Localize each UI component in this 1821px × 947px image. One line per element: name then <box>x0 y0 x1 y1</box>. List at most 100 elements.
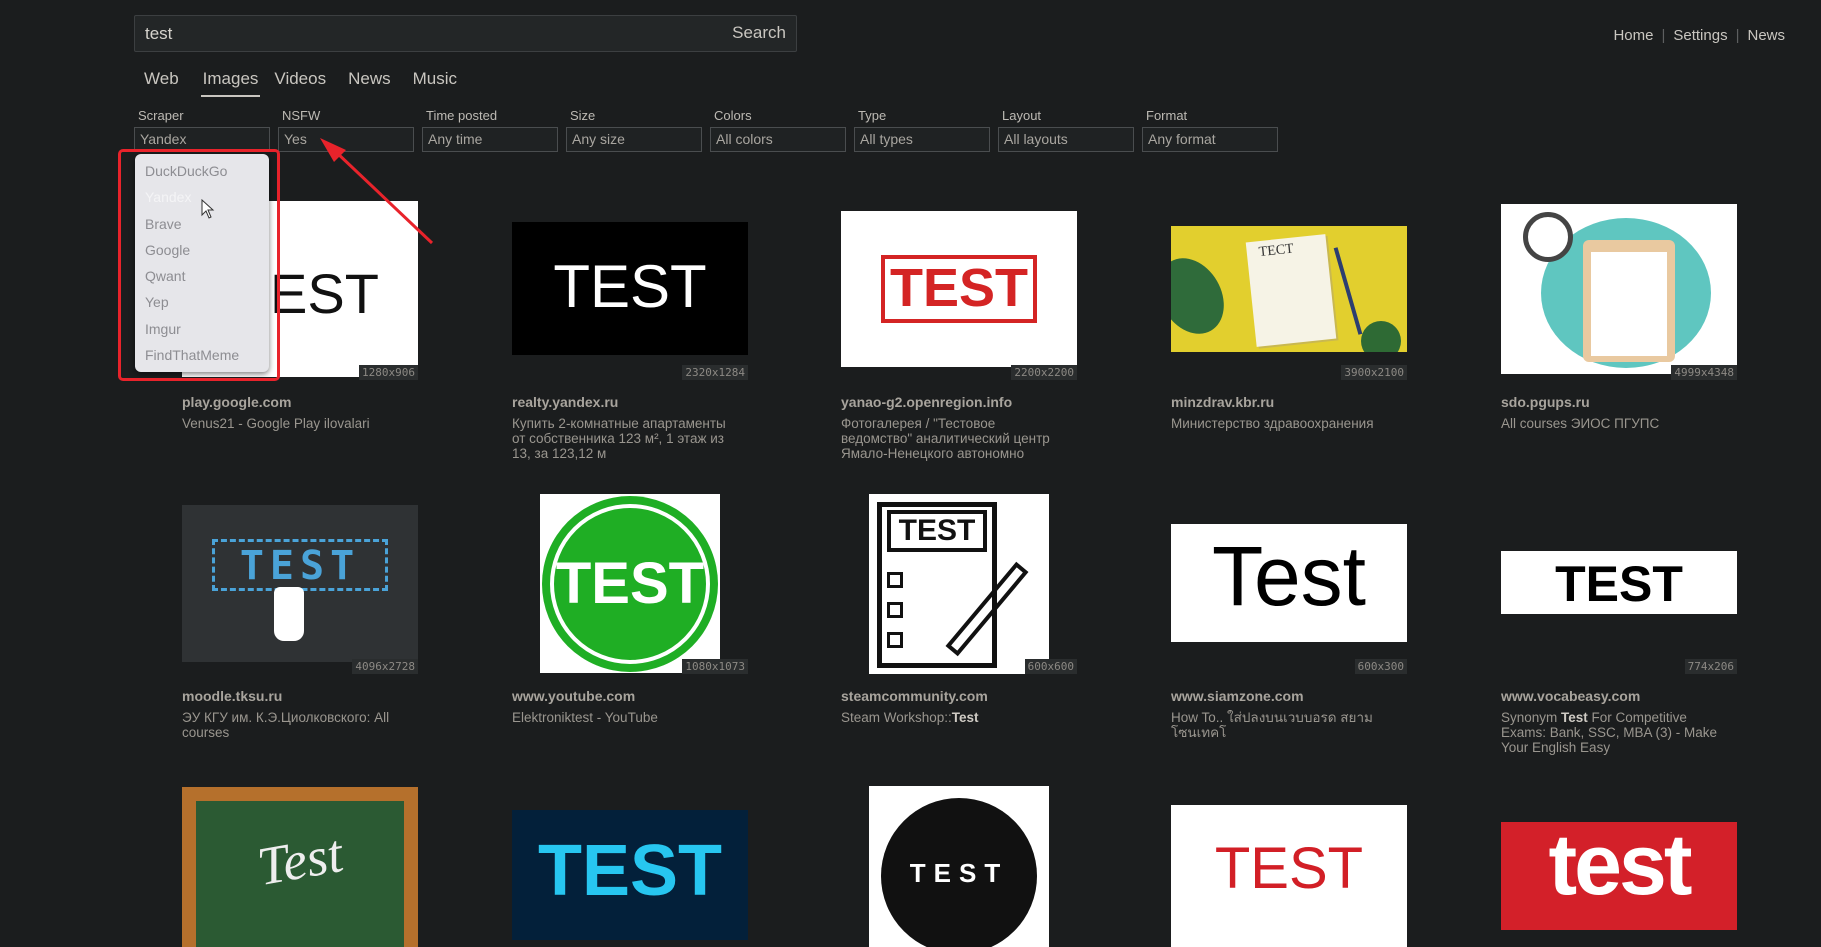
colors-select[interactable]: All colors <box>710 127 846 152</box>
filter-label: Time posted <box>426 108 498 123</box>
image-dimensions: 4999x4348 <box>1671 365 1737 380</box>
result-thumbnail[interactable]: TEST <box>841 211 1077 367</box>
result-thumbnail[interactable]: TEST <box>182 505 418 662</box>
filter-label: Type <box>858 108 887 123</box>
home-link[interactable]: Home <box>1613 27 1653 44</box>
result-thumbnail[interactable]: Test <box>1171 524 1407 642</box>
thumbnail-text: TEST <box>537 831 722 911</box>
search-type-tabs: Web Images Videos News Music <box>144 69 479 97</box>
clipboard-shape <box>1583 240 1675 362</box>
result-thumbnail[interactable]: TEST <box>869 494 1049 674</box>
result-title[interactable]: Купить 2-комнатные апартаменты от собств… <box>512 416 737 461</box>
result-domain[interactable]: www.vocabeasy.com <box>1501 688 1640 704</box>
result-title[interactable]: ЭУ КГУ им. К.Э.Циолковского: All courses <box>182 710 407 740</box>
scraper-option-yep[interactable]: Yep <box>135 289 269 315</box>
tab-images[interactable]: Images <box>200 69 261 97</box>
result-thumbnail[interactable] <box>1501 204 1737 374</box>
thumbnail-text: ТЕСТ <box>1258 241 1295 261</box>
format-select[interactable]: Any format <box>1142 127 1278 152</box>
tab-news[interactable]: News <box>348 69 401 97</box>
result-domain[interactable]: www.siamzone.com <box>1171 688 1304 704</box>
thumbnail-text: Test <box>1211 529 1367 623</box>
result-domain[interactable]: yanao-g2.openregion.info <box>841 394 1012 410</box>
image-search-page: Search Home | Settings | News Web Images Vid… <box>0 0 1821 947</box>
filter-label: Scraper <box>138 108 184 123</box>
news-link[interactable]: News <box>1747 27 1785 44</box>
filter-label: Format <box>1146 108 1188 123</box>
filter-layout: Layout All layouts <box>998 108 1134 152</box>
mouse-pointer-icon <box>201 199 215 219</box>
thumbnail-text: TEST <box>553 253 707 320</box>
result-title[interactable]: How To.. ใส่ปลงบนเวบบอรด สยามโซนเทคโ <box>1171 710 1396 740</box>
type-select[interactable]: All types <box>854 127 990 152</box>
size-select[interactable]: Any size <box>566 127 702 152</box>
result-domain[interactable]: steamcommunity.com <box>841 688 988 704</box>
leaf-shape <box>1171 246 1237 346</box>
checkbox-icon <box>887 572 903 588</box>
search-button[interactable]: Search <box>732 23 786 43</box>
image-dimensions: 1080x1073 <box>682 659 748 674</box>
thumbnail-text: TEST <box>239 543 361 589</box>
image-dimensions: 1280x906 <box>359 365 418 380</box>
result-domain[interactable]: moodle.tksu.ru <box>182 688 282 704</box>
scraper-option-google[interactable]: Google <box>135 237 269 263</box>
checklist-paper: ТЕСТ <box>1245 234 1337 347</box>
title-text: Steam Workshop:: <box>841 710 952 725</box>
thumbnail-area: TEST 600x600 <box>841 494 1077 674</box>
title-highlight: Test <box>1561 710 1588 725</box>
result-domain[interactable]: minzdrav.kbr.ru <box>1171 394 1274 410</box>
result-title[interactable]: Министерство здравоохранения <box>1171 416 1396 431</box>
clipboard-paper <box>1591 252 1667 356</box>
tab-videos[interactable]: Videos <box>274 69 336 97</box>
image-dimensions: 600x300 <box>1354 659 1407 674</box>
result-title[interactable]: Synonym Test For Competitive Exams: Bank… <box>1501 710 1726 755</box>
result-domain[interactable]: sdo.pgups.ru <box>1501 394 1590 410</box>
result-title[interactable]: Фотогалерея / "Тестовое ведомство" анали… <box>841 416 1066 461</box>
result-title[interactable]: Elektroniktest - YouTube <box>512 710 737 725</box>
result-domain[interactable]: play.google.com <box>182 394 291 410</box>
thumbnail-area: TEST 2320x1284 <box>512 200 748 380</box>
result-thumbnail[interactable]: TEST <box>512 222 748 355</box>
layout-select[interactable]: All layouts <box>998 127 1134 152</box>
thumbnail-text: TEST <box>555 551 705 616</box>
result-thumbnail[interactable]: Test <box>182 787 418 947</box>
result-thumbnail[interactable]: TEST <box>512 810 748 940</box>
result-thumbnail[interactable]: TEST <box>1171 805 1407 947</box>
result-thumbnail[interactable]: TEST <box>1501 551 1737 614</box>
scraper-option-findthatmeme[interactable]: FindThatMeme <box>135 342 269 368</box>
separator: | <box>1735 27 1740 44</box>
result-thumbnail[interactable]: TEST <box>869 786 1049 947</box>
tab-web[interactable]: Web <box>144 69 189 97</box>
result-title[interactable]: Steam Workshop::Test <box>841 710 1066 725</box>
filter-nsfw: NSFW Yes <box>278 108 414 152</box>
image-dimensions: 4096x2728 <box>352 659 418 674</box>
filter-label: Size <box>570 108 596 123</box>
search-input[interactable] <box>145 16 705 51</box>
time-posted-select[interactable]: Any time <box>422 127 558 152</box>
tab-music[interactable]: Music <box>413 69 467 97</box>
nsfw-select[interactable]: Yes <box>278 127 414 152</box>
filter-type: Type All types <box>854 108 990 152</box>
scraper-option-duckduckgo[interactable]: DuckDuckGo <box>135 158 269 184</box>
title-text: Synonym <box>1501 710 1562 725</box>
result-domain[interactable]: realty.yandex.ru <box>512 394 618 410</box>
scraper-option-imgur[interactable]: Imgur <box>135 316 269 342</box>
result-thumbnail[interactable]: TEST <box>540 494 720 673</box>
result-thumbnail[interactable]: ТЕСТ <box>1171 226 1407 352</box>
result-domain[interactable]: www.youtube.com <box>512 688 635 704</box>
hand-cursor-shape <box>274 587 304 641</box>
filter-label: NSFW <box>282 108 321 123</box>
scraper-select[interactable]: Yandex <box>134 127 270 152</box>
filter-scraper: Scraper Yandex <box>134 108 270 152</box>
settings-link[interactable]: Settings <box>1673 27 1727 44</box>
result-thumbnail[interactable]: test <box>1501 822 1737 930</box>
thumbnail-text: TEST <box>1214 836 1364 901</box>
result-title[interactable]: Venus21 - Google Play ilovalari <box>182 416 407 431</box>
thumbnail-area: TEST 1080x1073 <box>512 494 748 674</box>
image-dimensions: 774x206 <box>1684 659 1737 674</box>
result-title[interactable]: All courses ЭИОС ПГУПС <box>1501 416 1726 431</box>
scraper-option-qwant[interactable]: Qwant <box>135 263 269 289</box>
thumbnail-text: test <box>1548 822 1693 913</box>
filter-label: Colors <box>714 108 752 123</box>
search-bar: Search <box>134 15 797 52</box>
